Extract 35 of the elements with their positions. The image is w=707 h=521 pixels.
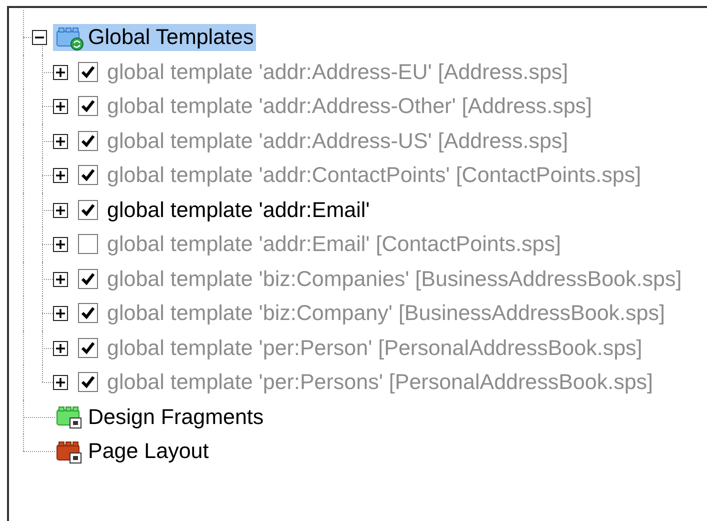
checkbox[interactable] (78, 234, 98, 254)
checkbox[interactable] (78, 165, 98, 185)
template-label[interactable]: global template 'addr:Address-Other' [Address.sps] (107, 93, 592, 120)
template-label[interactable]: global template 'addr:Email' [ContactPoints.sps] (107, 231, 561, 258)
expand-toggle[interactable] (53, 272, 68, 286)
template-label[interactable]: global template 'addr:Address-US' [Address.sps] (107, 128, 568, 154)
collapse-toggle[interactable] (32, 30, 47, 45)
tree-item[interactable]: Page Layout (53, 438, 211, 465)
template-label[interactable]: global template 'biz:Company' [BusinessAddressBook.sps] (107, 300, 665, 327)
expand-toggle[interactable] (53, 202, 68, 218)
template-label[interactable]: global template 'addr:Address-EU' [Address.sps] (107, 58, 568, 86)
template-label[interactable]: global template 'biz:Companies' [BusinessAddressBook.sps] (107, 266, 682, 292)
checkbox[interactable] (78, 62, 98, 82)
checkbox[interactable] (78, 372, 98, 392)
checkbox[interactable] (78, 200, 98, 220)
expand-toggle[interactable] (53, 64, 68, 80)
expand-toggle[interactable] (53, 168, 68, 183)
checkbox[interactable] (78, 338, 98, 358)
expand-toggle[interactable] (53, 99, 68, 114)
expand-toggle[interactable] (53, 306, 68, 321)
expand-toggle[interactable] (53, 375, 68, 390)
tree-item[interactable]: Design Fragments (53, 404, 266, 430)
template-label[interactable]: global template 'per:Person' [PersonalAddressBook.sps] (107, 334, 642, 362)
folder-globe-icon (55, 24, 85, 50)
checkbox[interactable] (78, 96, 98, 116)
template-label[interactable]: global template 'addr:Email' (107, 196, 370, 224)
checkbox[interactable] (78, 303, 98, 323)
expand-toggle[interactable] (53, 134, 68, 148)
checkbox[interactable] (78, 130, 98, 150)
template-label[interactable]: global template 'addr:ContactPoints' [ContactPoints.sps] (107, 162, 642, 189)
expand-toggle[interactable] (53, 237, 68, 252)
template-label[interactable]: global template 'per:Persons' [PersonalAddressBook.sps] (107, 369, 654, 396)
checkbox[interactable] (78, 268, 98, 288)
tree-item[interactable]: Global Templates (53, 24, 256, 51)
expand-toggle[interactable] (53, 340, 68, 356)
